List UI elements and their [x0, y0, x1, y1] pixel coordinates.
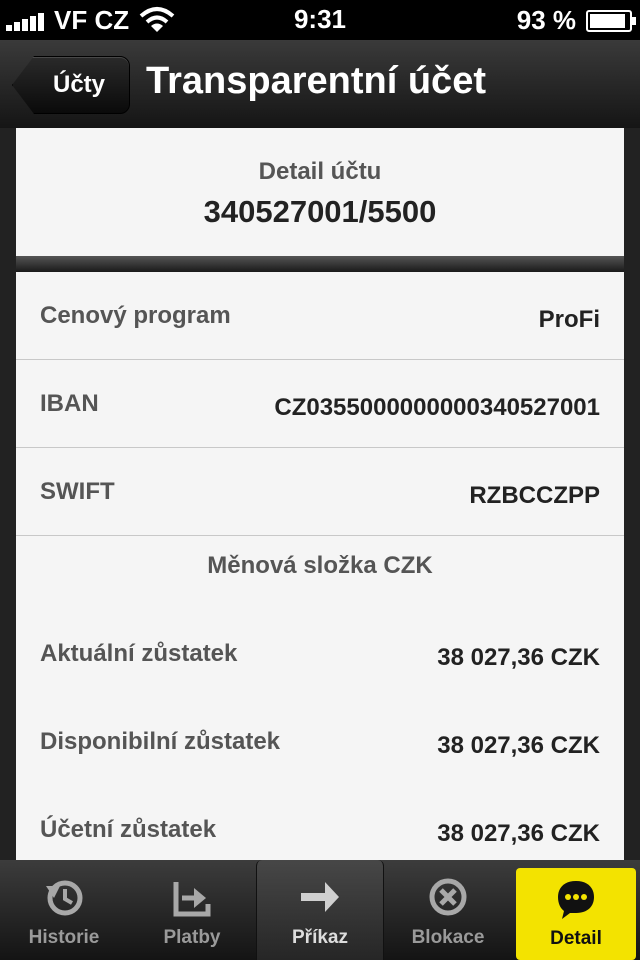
row-label: Cenový program — [40, 302, 231, 329]
page-title: Transparentní účet — [146, 60, 486, 102]
row-accounting-balance: Účetní zůstatek 38 027,36 CZK — [16, 786, 624, 860]
row-available-balance: Disponibilní zůstatek 38 027,36 CZK — [16, 698, 624, 786]
speech-bubble-icon — [558, 881, 594, 919]
currency-section-title: Měnová složka CZK — [207, 552, 433, 579]
status-bar: VF CZ 9:31 93 % — [0, 0, 640, 40]
battery-icon — [586, 9, 636, 32]
account-number: 340527001/5500 — [203, 194, 437, 229]
tab-detail[interactable]: Detail — [516, 868, 636, 960]
row-current-balance: Aktuální zůstatek 38 027,36 CZK — [16, 610, 624, 698]
row-value: 38 027,36 CZK — [437, 644, 600, 671]
status-right: 93 % — [516, 5, 636, 36]
tab-blocking[interactable]: Blokace — [384, 860, 512, 960]
battery-fill — [590, 13, 626, 28]
row-label: SWIFT — [40, 478, 115, 505]
row-value: 38 027,36 CZK — [437, 732, 600, 759]
back-button[interactable]: Účty — [12, 56, 130, 114]
row-value: 38 027,36 CZK — [437, 820, 600, 847]
row-label: Účetní zůstatek — [40, 816, 217, 843]
tab-payments[interactable]: Platby — [128, 860, 256, 960]
row-value: ProFi — [538, 306, 600, 333]
arrow-right-icon — [301, 882, 339, 912]
tab-bar: Historie Platby Příkaz Blokace Detail — [0, 860, 640, 960]
account-header-card: Detail účtu 340527001/5500 — [16, 128, 624, 256]
row-price-program: Cenový program ProFi — [16, 272, 624, 360]
detail-label: Detail účtu — [258, 158, 382, 185]
section-divider — [16, 256, 624, 272]
row-label: Disponibilní zůstatek — [40, 728, 281, 755]
row-value: CZ0355000000000340527001 — [274, 394, 600, 421]
battery-percent: 93 % — [516, 5, 576, 35]
row-swift: SWIFT RZBCCZPP — [16, 448, 624, 536]
account-info-list: Cenový program ProFi IBAN CZ035500000000… — [16, 272, 624, 860]
tab-label: Platby — [163, 927, 221, 948]
tab-label: Blokace — [411, 927, 485, 948]
row-value: RZBCCZPP — [469, 482, 600, 509]
row-label: IBAN — [40, 390, 99, 417]
payments-icon — [173, 882, 211, 917]
row-label: Aktuální zůstatek — [40, 640, 238, 667]
row-iban: IBAN CZ0355000000000340527001 — [16, 360, 624, 448]
tab-label: Historie — [28, 927, 100, 948]
blocked-icon — [429, 878, 467, 916]
history-icon — [46, 880, 83, 916]
tab-label: Příkaz — [292, 927, 348, 948]
account-detail-content[interactable]: Detail účtu 340527001/5500 Cenový progra… — [0, 128, 640, 860]
tab-history[interactable]: Historie — [0, 860, 128, 960]
tab-label: Detail — [550, 928, 602, 949]
tab-order[interactable]: Příkaz — [256, 860, 384, 960]
navigation-bar: Účty Transparentní účet — [0, 40, 640, 128]
